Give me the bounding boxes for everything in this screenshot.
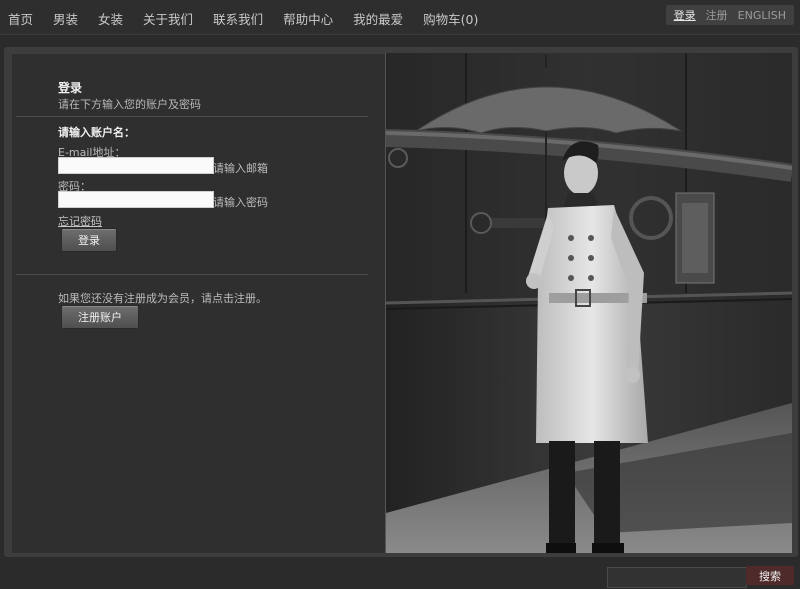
register-prompt: 如果您还没有注册成为会员，请点击注册。 [58,292,267,305]
register-button[interactable]: 注册账户 [61,305,139,329]
promo-photo [385,53,792,553]
login-title: 登录 [58,81,83,95]
main-nav: 首页 男装 女装 关于我们 联系我们 帮助中心 我的最爱 购物车(0) [8,9,498,28]
nav-womenswear[interactable]: 女装 [98,9,123,28]
account-register-link[interactable]: 注册 [706,7,728,23]
password-field[interactable] [58,191,214,208]
nav-favorites[interactable]: 我的最爱 [353,9,403,28]
nav-cart[interactable]: 购物车(0) [423,9,478,28]
search-button[interactable]: 搜索 [746,566,794,585]
forgot-password-link[interactable]: 忘记密码 [58,213,102,229]
login-subtitle: 请在下方输入您的账户及密码 [58,98,201,111]
nav-help-center[interactable]: 帮助中心 [283,9,333,28]
password-hint: 请输入密码 [213,196,268,209]
account-login-link[interactable]: 登录 [674,7,696,23]
login-button[interactable]: 登录 [61,228,117,252]
email-field[interactable] [58,157,214,174]
account-heading: 请输入账户名： [58,126,135,139]
divider [16,116,368,117]
man-with-umbrella-image [386,53,792,553]
divider [16,274,368,275]
search-input[interactable] [607,567,747,588]
nav-about-us[interactable]: 关于我们 [143,9,193,28]
language-english-link[interactable]: ENGLISH [738,9,786,22]
account-links: 登录 注册 ENGLISH [665,5,794,25]
nav-home[interactable]: 首页 [8,9,33,28]
nav-contact-us[interactable]: 联系我们 [213,9,263,28]
email-hint: 请输入邮箱 [213,162,268,175]
nav-menswear[interactable]: 男装 [53,9,78,28]
top-bar: 首页 男装 女装 关于我们 联系我们 帮助中心 我的最爱 购物车(0) 登录 注… [0,0,800,35]
